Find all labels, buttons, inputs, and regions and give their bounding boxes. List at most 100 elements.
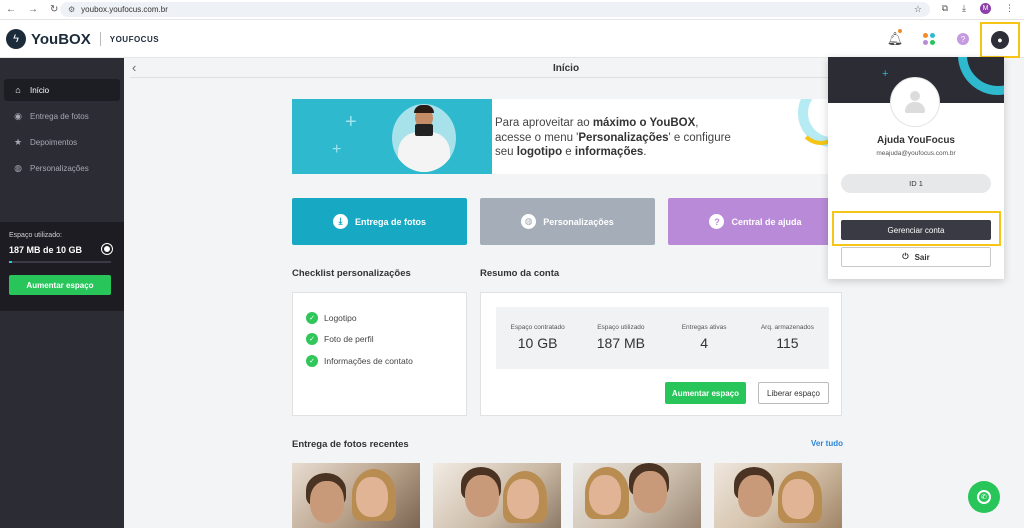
- checklist-item-label: Foto de perfil: [324, 334, 374, 345]
- stat-entregas-ativas: Entregas ativas 4: [663, 307, 746, 369]
- whatsapp-icon: ✆: [977, 490, 991, 504]
- user-menu-button[interactable]: ●: [980, 22, 1020, 58]
- back-arrow-icon[interactable]: ←: [6, 4, 16, 15]
- check-icon: ✓: [306, 333, 318, 346]
- sidebar-item-label: Personalizações: [30, 163, 89, 173]
- app-header: ϟ YouBOX YOUFOCUS 🔔︎ ? ●: [0, 20, 1024, 58]
- bell-icon: 🔔︎: [886, 31, 904, 46]
- sidebar-item-label: Início: [30, 85, 50, 95]
- help-icon: ?: [957, 33, 969, 45]
- storage-progress-bar: [9, 261, 111, 263]
- plus-decoration-icon: +: [345, 111, 357, 133]
- notifications-button[interactable]: 🔔︎: [878, 29, 912, 47]
- check-icon: ✓: [306, 311, 318, 324]
- site-info-icon[interactable]: ⚙: [68, 5, 75, 14]
- title-divider: [130, 77, 830, 78]
- reload-icon[interactable]: ↻: [50, 4, 58, 15]
- home-icon: ⌂: [15, 85, 21, 95]
- plus-decoration-icon: +: [882, 68, 889, 80]
- sidebar-item-depoimentos[interactable]: ★ Depoimentos: [4, 131, 120, 153]
- sidebar-item-entrega-de-fotos[interactable]: ◉ Entrega de fotos: [4, 105, 120, 127]
- delivery-thumbnail[interactable]: [573, 463, 701, 528]
- brand-name: YouBOX: [31, 30, 91, 48]
- storage-label: Espaço utilizado:: [9, 232, 62, 239]
- browser-menu-icon[interactable]: ⋮: [1005, 3, 1014, 14]
- storage-pie-icon: [102, 244, 112, 254]
- apps-grid-icon: [923, 33, 935, 45]
- checklist-item[interactable]: ✓ Logotipo: [293, 307, 466, 329]
- user-icon: ●: [991, 31, 1009, 49]
- help-button[interactable]: ?: [946, 33, 980, 45]
- stat-arq-armazenados: Arq. armazenados 115: [746, 307, 829, 369]
- address-bar[interactable]: ⚙ youbox.youfocus.com.br ☆: [60, 2, 930, 17]
- storage-widget: Espaço utilizado: 187 MB de 10 GB Aument…: [0, 222, 124, 311]
- address-url: youbox.youfocus.com.br: [81, 5, 168, 14]
- stat-label: Entregas ativas: [681, 324, 727, 331]
- account-dropdown: + Ajuda YouFocus meajuda@youfocus.com.br…: [828, 57, 1004, 279]
- quick-button-label: Personalizações: [543, 216, 614, 227]
- user-placeholder-icon: [904, 91, 926, 113]
- help-icon: ?: [709, 214, 725, 229]
- browser-profile-avatar[interactable]: M: [980, 3, 991, 14]
- promo-banner[interactable]: + + Para aproveitar ao máximo o YouBOX, …: [292, 99, 842, 174]
- brand-logo[interactable]: ϟ YouBOX YOUFOCUS: [6, 29, 159, 49]
- checklist-item[interactable]: ✓ Foto de perfil: [293, 329, 466, 351]
- quick-button-label: Entrega de fotos: [354, 216, 426, 227]
- stat-espaco-contratado: Espaço contratado 10 GB: [496, 307, 579, 369]
- downloads-icon[interactable]: ⤓: [962, 3, 966, 14]
- liberar-espaco-button[interactable]: Liberar espaço: [758, 382, 829, 404]
- logout-button[interactable]: ⏻ Sair: [841, 247, 991, 267]
- sidebar-item-label: Depoimentos: [30, 137, 78, 147]
- forward-arrow-icon[interactable]: →: [28, 4, 38, 15]
- banner-message: Para aproveitar ao máximo o YouBOX, aces…: [495, 117, 731, 158]
- quick-central-de-ajuda-button[interactable]: ? Central de ajuda: [668, 198, 843, 245]
- recent-deliveries-title: Entrega de fotos recentes: [292, 439, 409, 450]
- checklist-card: ✓ Logotipo ✓ Foto de perfil ✓ Informaçõe…: [292, 292, 467, 416]
- photo-delivery-icon: ◉: [14, 110, 22, 121]
- sidebar-item-inicio[interactable]: ⌂ Início: [4, 79, 120, 101]
- checklist-item[interactable]: ✓ Informações de contato: [293, 350, 466, 372]
- account-name: Ajuda YouFocus: [877, 135, 955, 146]
- delivery-thumbnail[interactable]: [292, 463, 420, 528]
- download-icon: ⤓: [332, 214, 348, 229]
- storage-progress-fill: [9, 261, 13, 263]
- ring-decoration: [958, 57, 1004, 95]
- quick-entrega-de-fotos-button[interactable]: ⤓ Entrega de fotos: [292, 198, 467, 245]
- see-all-link[interactable]: Ver tudo: [811, 439, 843, 448]
- palette-icon: ◍: [521, 214, 537, 229]
- logo-divider: [99, 32, 101, 46]
- logout-label: Sair: [914, 252, 930, 262]
- resumo-title: Resumo da conta: [480, 268, 560, 279]
- stat-label: Espaço contratado: [510, 324, 565, 331]
- delivery-thumbnail[interactable]: [433, 463, 561, 528]
- bookmark-star-icon[interactable]: ☆: [914, 4, 922, 15]
- stat-value: 187 MB: [596, 335, 645, 351]
- storage-value: 187 MB de 10 GB: [9, 245, 83, 255]
- quick-personalizacoes-button[interactable]: ◍ Personalizações: [480, 198, 655, 245]
- checklist-item-label: Informações de contato: [324, 355, 413, 366]
- stat-label: Espaço utilizado: [597, 324, 645, 331]
- account-email: meajuda@youfocus.com.br: [876, 150, 956, 157]
- sidebar-item-label: Entrega de fotos: [30, 111, 89, 121]
- sidebar: ⌂ Início ◉ Entrega de fotos ★ Depoimento…: [0, 58, 124, 528]
- resumo-stats: Espaço contratado 10 GB Espaço utilizado…: [496, 307, 829, 369]
- aumentar-espaco-button[interactable]: Aumentar espaço: [665, 382, 746, 404]
- extensions-icon[interactable]: ⧉: [942, 3, 948, 14]
- browser-toolbar: ← → ↻ ⚙ youbox.youfocus.com.br ☆ ⧉ ⤓ M ⋮: [0, 0, 1024, 20]
- avatar: [890, 77, 940, 127]
- stat-value: 115: [776, 335, 799, 351]
- stat-value: 4: [700, 335, 709, 351]
- delivery-thumbnail[interactable]: [714, 463, 842, 528]
- manage-account-button[interactable]: Gerenciar conta: [841, 220, 991, 240]
- stat-espaco-utilizado: Espaço utilizado 187 MB: [579, 307, 662, 369]
- bolt-logo-icon: ϟ: [6, 29, 26, 49]
- whatsapp-chat-button[interactable]: ✆: [968, 481, 1000, 513]
- checklist-title: Checklist personalizações: [292, 268, 411, 279]
- increase-storage-button[interactable]: Aumentar espaço: [9, 275, 111, 295]
- account-id-badge: ID 1: [841, 174, 991, 193]
- power-icon: ⏻: [902, 252, 909, 261]
- checklist-item-label: Logotipo: [324, 312, 357, 323]
- sidebar-item-personalizacoes[interactable]: ◍ Personalizações: [4, 157, 120, 179]
- apps-button[interactable]: [912, 33, 946, 45]
- photographer-illustration: [392, 104, 456, 172]
